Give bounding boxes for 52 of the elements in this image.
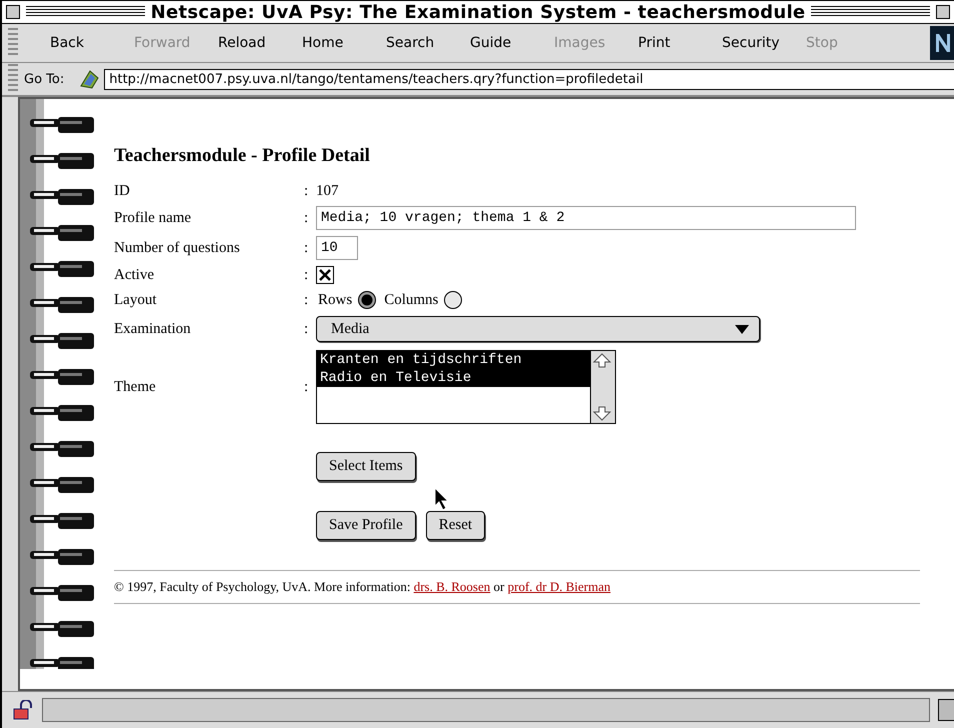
- scroll-down-arrow-icon[interactable]: [591, 405, 613, 423]
- toolbar-button[interactable]: Home: [302, 35, 386, 51]
- checkbox[interactable]: [316, 266, 334, 284]
- zoom-box-icon[interactable]: [936, 5, 950, 19]
- radio-button[interactable]: [357, 290, 378, 310]
- window-title: Netscape: UvA Psy: The Examination System - teachersmodule: [150, 2, 806, 22]
- field-label: Active: [114, 266, 155, 284]
- separator-colon: :: [304, 210, 310, 226]
- separator-colon: :: [304, 183, 310, 200]
- radio-label: Columns: [384, 292, 438, 308]
- mouse-pointer-icon: [434, 487, 450, 511]
- toolbar-button[interactable]: Guide: [470, 35, 554, 51]
- input-field[interactable]: Media; 10 vragen; thema 1 & 2: [316, 206, 856, 230]
- toolbar-button[interactable]: Security: [722, 35, 806, 51]
- toolbar-button[interactable]: Back: [50, 35, 134, 51]
- dropdown-arrow-icon: [735, 324, 749, 334]
- separator-colon: :: [304, 378, 310, 396]
- examination-dropdown[interactable]: Media: [316, 316, 760, 342]
- form-button[interactable]: Reset: [426, 511, 486, 540]
- field-value: 107: [316, 183, 338, 199]
- footer-link[interactable]: prof. dr D. Bierman: [508, 579, 610, 594]
- page-heading: Teachersmodule - Profile Detail: [114, 145, 371, 167]
- field-label: Profile name: [114, 210, 192, 226]
- form-button[interactable]: Save Profile: [316, 511, 416, 540]
- field-label: Theme: [114, 378, 157, 396]
- close-box-icon[interactable]: [6, 5, 20, 19]
- form-button[interactable]: Select Items: [316, 452, 416, 481]
- list-option[interactable]: Radio en Televisie: [317, 369, 590, 387]
- radio-button[interactable]: [443, 290, 464, 310]
- separator-colon: :: [304, 266, 310, 284]
- padlock-icon[interactable]: [12, 700, 34, 720]
- footer-link[interactable]: drs. B. Roosen: [414, 579, 490, 594]
- field-label: Layout: [114, 292, 158, 308]
- toolbar-button[interactable]: Reload: [218, 35, 302, 51]
- scroll-bar[interactable]: [590, 351, 615, 423]
- scroll-up-arrow-icon[interactable]: [591, 351, 613, 369]
- list-option[interactable]: Kranten en tijdschriften: [317, 351, 590, 369]
- field-label: ID: [114, 183, 131, 200]
- theme-listbox[interactable]: Kranten en tijdschriften Radio en Televisie: [316, 350, 616, 424]
- separator-colon: :: [304, 292, 310, 308]
- field-label: Number of questions: [114, 240, 241, 256]
- location-label: Go To:: [24, 72, 64, 86]
- logo-icon: [930, 26, 954, 60]
- separator-colon: :: [304, 320, 310, 338]
- separator-colon: :: [304, 240, 310, 256]
- footer-text: © 1997, Faculty of Psychology, UvA. More information: drs. B. Roosen or prof. dr D. Bierman: [114, 579, 612, 595]
- toolbar-button[interactable]: Search: [386, 35, 470, 51]
- url-field[interactable]: http://macnet007.psy.uva.nl/tango/tentamens/teachers.qry?function=profiledetail: [104, 68, 954, 90]
- input-field[interactable]: 10: [316, 236, 358, 260]
- radio-label: Rows: [318, 292, 352, 308]
- field-label: Examination: [114, 320, 192, 338]
- toolbar-button[interactable]: Print: [638, 35, 722, 51]
